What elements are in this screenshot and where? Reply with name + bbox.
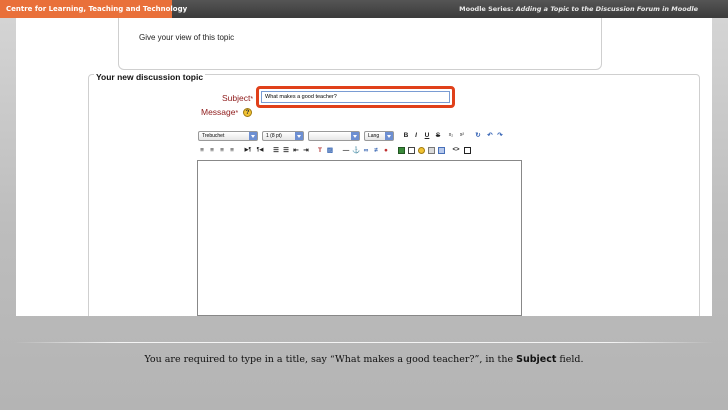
unordered-list-icon[interactable]: ☰ [282,146,290,155]
outdent-icon[interactable]: ⇤ [292,146,300,155]
smiley-icon[interactable] [418,147,425,154]
html-source-icon[interactable]: <> [452,146,460,155]
italic-button[interactable]: I [412,131,420,140]
clean-button[interactable]: ↻ [474,131,482,140]
unlink-icon[interactable]: ≠ [372,146,380,155]
series-title: Moodle Series: Adding a Topic to the Dis… [459,0,698,18]
nolink-icon[interactable]: ● [382,146,390,155]
divider [14,342,714,343]
special-char-icon[interactable] [428,147,435,154]
link-icon[interactable]: ∞ [362,146,370,155]
chevron-down-icon [249,132,257,140]
message-editor[interactable] [197,160,522,316]
lang-select[interactable]: Lang [364,131,394,141]
image-icon[interactable] [398,147,405,154]
chevron-down-icon [295,132,303,140]
rtl-icon[interactable]: ¶◀ [256,146,264,155]
anchor-icon[interactable]: ⚓ [352,146,360,155]
subject-label: Subject* [222,93,253,103]
strikethrough-button[interactable]: S [434,131,442,140]
font-family-value: Trebuchet [202,133,225,139]
required-marker: * [235,110,239,117]
subscript-button[interactable]: x₂ [447,131,455,140]
message-label-text: Message [201,107,236,117]
superscript-button[interactable]: x² [458,131,466,140]
undo-icon[interactable]: ↶ [486,131,494,140]
message-label: Message* [201,107,238,117]
align-right-icon[interactable]: ≡ [218,146,226,155]
horizontal-rule-icon[interactable]: — [342,146,350,155]
bold-button[interactable]: B [402,131,410,140]
caption-text: You are required to type in a title, say… [144,354,517,365]
caption-bold: Subject [516,354,557,365]
ltr-icon[interactable]: ▶¶ [244,146,252,155]
font-family-select[interactable]: Trebuchet [198,131,258,141]
table-icon[interactable] [408,147,415,154]
subject-label-text: Subject [222,93,251,103]
fullscreen-icon[interactable] [464,147,471,154]
search-replace-icon[interactable] [438,147,445,154]
background-color-icon[interactable]: ▨ [326,146,334,155]
font-size-value: 1 (8 pt) [266,133,282,139]
lang-value: Lang [368,133,380,139]
topic-intro-box: Give your view of this topic [118,18,602,70]
align-justify-icon[interactable]: ≡ [228,146,236,155]
series-prefix: Moodle Series: [459,5,514,13]
caption-end: field. [556,354,584,365]
underline-button[interactable]: U [423,131,431,140]
text-color-icon[interactable]: T [316,146,324,155]
section-title: Your new discussion topic [94,72,206,82]
chevron-down-icon [351,132,359,140]
align-center-icon[interactable]: ≡ [208,146,216,155]
redo-icon[interactable]: ↷ [496,131,504,140]
align-left-icon[interactable]: ≡ [198,146,206,155]
series-topic: Adding a Topic to the Discussion Forum i… [515,5,698,13]
ordered-list-icon[interactable]: ☰ [272,146,280,155]
indent-icon[interactable]: ⇥ [302,146,310,155]
intro-text: Give your view of this topic [139,33,235,42]
slide-caption: You are required to type in a title, say… [0,354,728,365]
moodle-screenshot: Give your view of this topic Your new di… [16,18,712,316]
required-marker: * [250,96,254,103]
font-size-select[interactable]: 1 (8 pt) [262,131,304,141]
editor-toolbar-bottom: ≡ ≡ ≡ ≡ ▶¶ ¶◀ ☰ ☰ ⇤ ⇥ T ▨ — ⚓ ∞ ≠ ● <> [198,146,538,157]
slide-header-bar: Centre for Learning, Teaching and Techno… [0,0,728,18]
chevron-down-icon [385,132,393,140]
heading-select[interactable] [308,131,360,141]
org-label: Centre for Learning, Teaching and Techno… [0,0,187,18]
editor-toolbar-top: Trebuchet 1 (8 pt) Lang B I U S x₂ x² ↻ … [198,131,538,142]
subject-input[interactable]: What makes a good teacher? [261,91,450,103]
help-icon[interactable]: ? [243,108,252,117]
